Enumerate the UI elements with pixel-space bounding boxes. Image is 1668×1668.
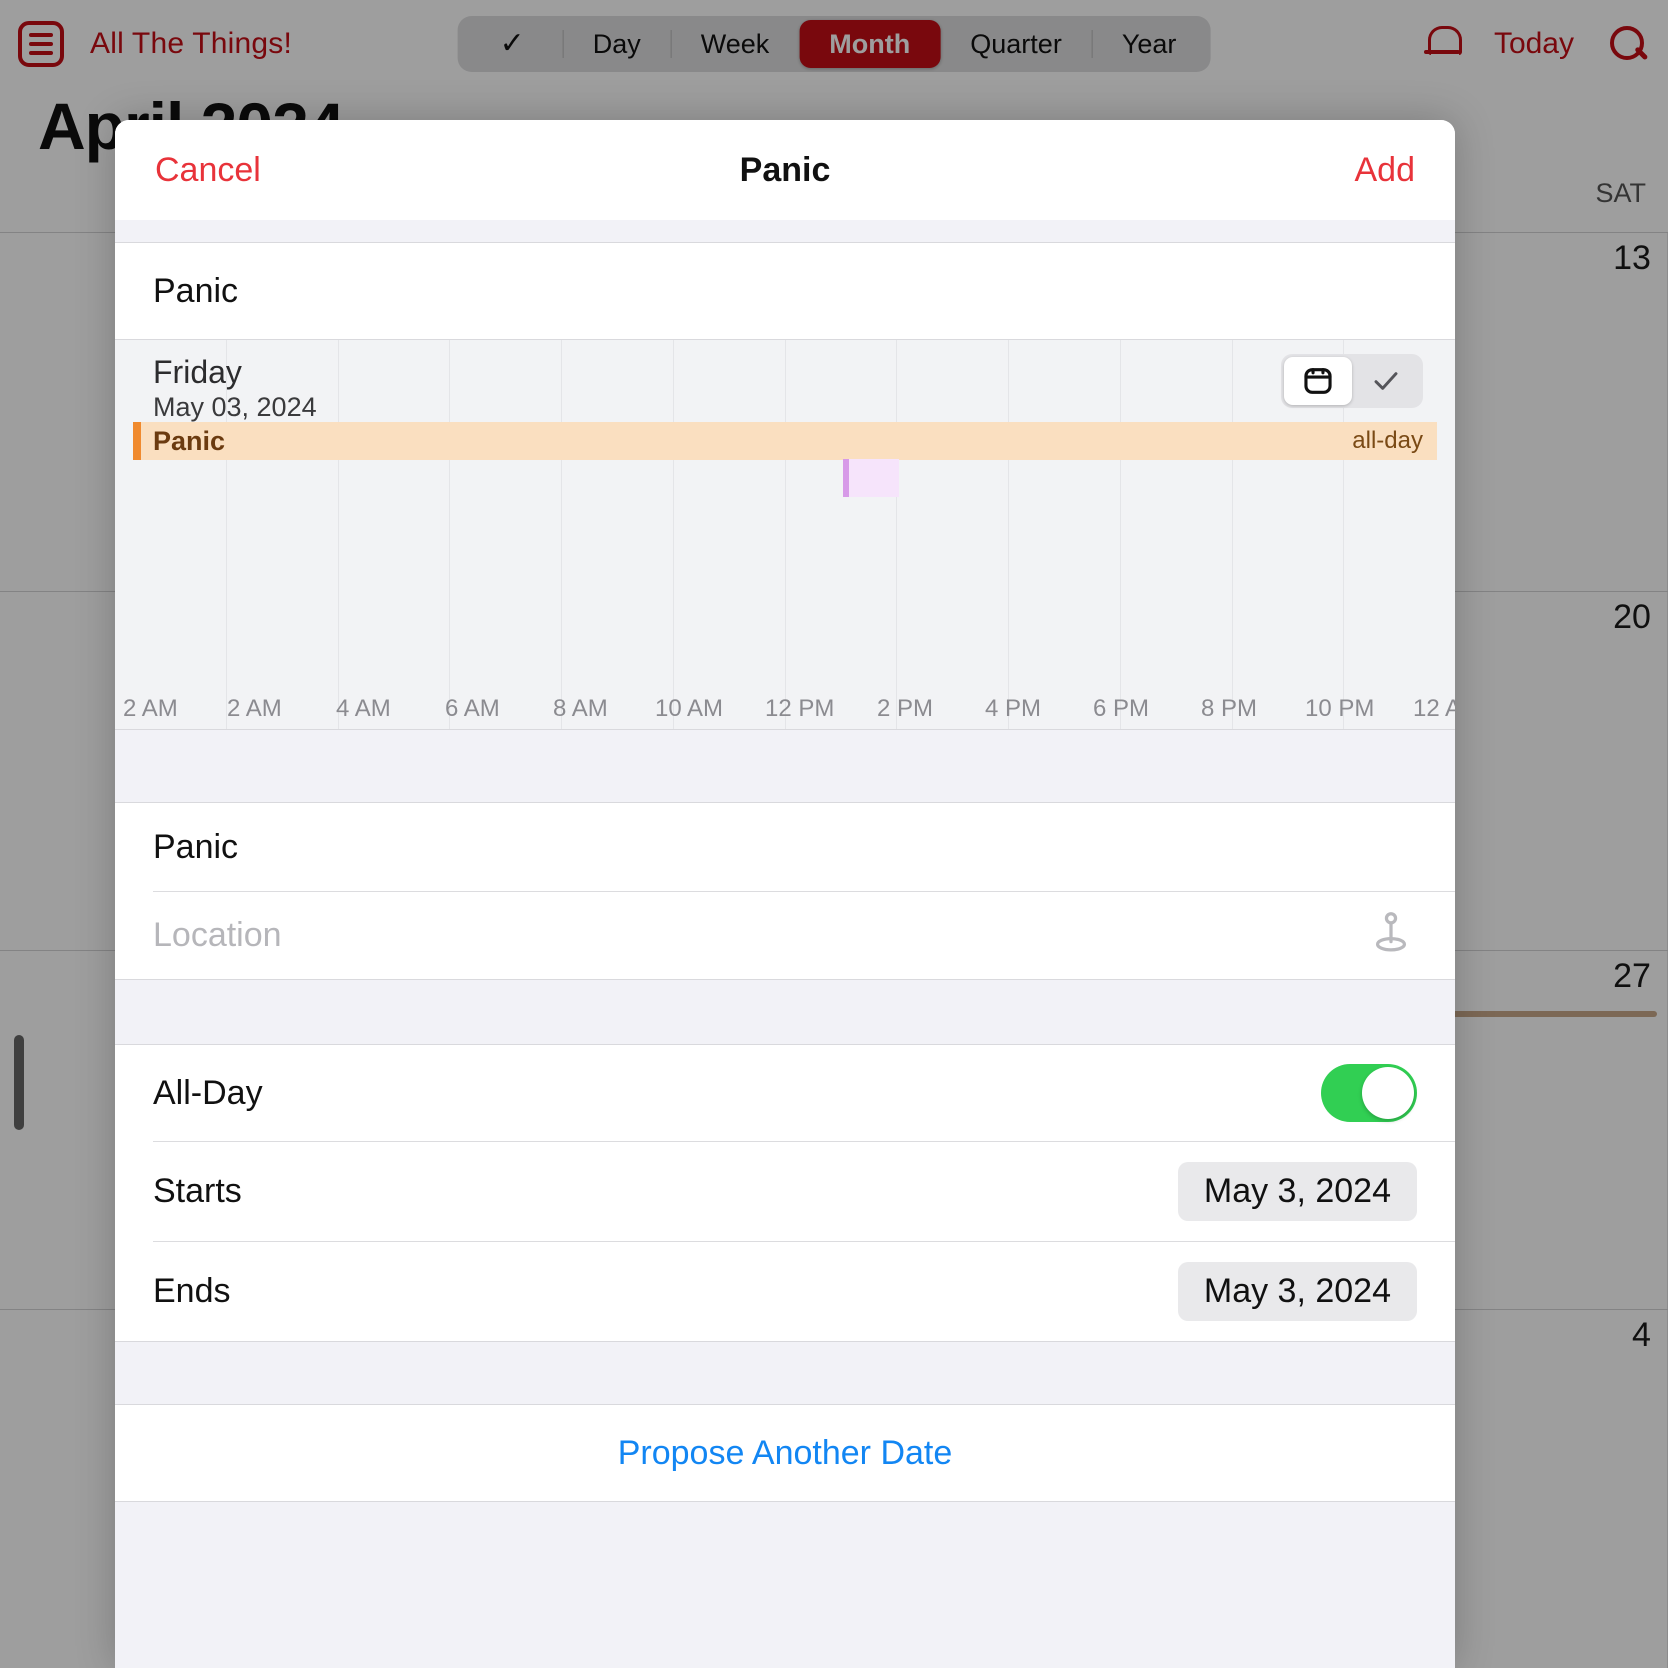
timeline-day-label: Friday May 03, 2024: [153, 354, 317, 423]
axis-tick: 10 AM: [655, 695, 724, 722]
starts-row[interactable]: Starts May 3, 2024: [115, 1141, 1455, 1241]
list-item[interactable]: [1439, 1011, 1657, 1017]
axis-tick: 2 PM: [877, 695, 934, 722]
app-title: All The Things!: [90, 27, 292, 60]
axis-tick: 6 AM: [445, 695, 500, 722]
day-cell[interactable]: 20: [1430, 592, 1668, 950]
axis-tick: 4 PM: [985, 695, 1042, 722]
day-cell[interactable]: 4: [1430, 1310, 1668, 1668]
ends-date-button[interactable]: May 3, 2024: [1177, 1261, 1417, 1321]
search-icon[interactable]: [1608, 24, 1648, 64]
view-mode-year[interactable]: Year: [1091, 20, 1207, 68]
toolbar-left-group: All The Things!: [0, 21, 292, 67]
starts-label: Starts: [153, 1171, 242, 1210]
timeline-view-toggle[interactable]: [1281, 354, 1423, 408]
section-gap: [115, 220, 1455, 242]
add-event-modal: Cancel Panic Add Panic Friday May 03, 20…: [115, 120, 1455, 1668]
view-mode-week[interactable]: Week: [670, 20, 800, 68]
top-toolbar: All The Things! ✓ Day Week Month Quarter…: [0, 0, 1668, 88]
toolbar-right-group: Today: [1423, 24, 1648, 64]
scrollbar-handle[interactable]: [14, 1035, 24, 1130]
day-number: 20: [1613, 598, 1651, 636]
section-gap: [115, 980, 1455, 1044]
section-gap: [115, 730, 1455, 802]
view-mode-segmented-control[interactable]: ✓ Day Week Month Quarter Year: [457, 16, 1211, 72]
timeline-allday-event[interactable]: Panic all-day: [133, 422, 1437, 460]
propose-another-date-row[interactable]: Propose Another Date: [115, 1405, 1455, 1501]
section-gap: [115, 1502, 1455, 1668]
axis-tick: 10 PM: [1305, 695, 1375, 722]
ends-row[interactable]: Ends May 3, 2024: [115, 1241, 1455, 1341]
section-gap: [115, 1342, 1455, 1404]
view-mode-month[interactable]: Month: [799, 20, 941, 68]
all-day-row[interactable]: All-Day: [115, 1045, 1455, 1141]
axis-tick: 12 PM: [765, 695, 835, 722]
grid-col: [1009, 340, 1121, 729]
check-icon[interactable]: [1352, 357, 1420, 405]
axis-tick: 12 AM: [1413, 695, 1455, 722]
calendar-box-icon[interactable]: [1284, 357, 1352, 405]
timeline-other-event[interactable]: [843, 459, 899, 497]
timeline-day-name: Friday: [153, 354, 242, 390]
axis-tick: 8 PM: [1201, 695, 1258, 722]
cancel-button[interactable]: Cancel: [155, 151, 261, 190]
toggle-knob: [1362, 1067, 1414, 1119]
modal-header: Cancel Panic Add: [115, 120, 1455, 220]
event-title-value: Panic: [153, 827, 239, 866]
event-allday-tag: all-day: [1352, 427, 1423, 454]
axis-tick: 8 AM: [553, 695, 608, 722]
event-location-field[interactable]: Location: [115, 891, 1455, 979]
timeline-axis: 2 AM 2 AM 4 AM 6 AM 8 AM 10 AM 12 PM 2 P…: [115, 687, 1455, 729]
event-title-field[interactable]: Panic: [115, 803, 1455, 891]
view-mode-check[interactable]: ✓: [462, 20, 563, 68]
axis-tick: 2 AM: [123, 695, 178, 722]
menu-list-icon[interactable]: [18, 21, 64, 67]
day-timeline-preview[interactable]: Friday May 03, 2024 Panic all-day 2 AM 2…: [115, 340, 1455, 730]
view-mode-day[interactable]: Day: [562, 20, 671, 68]
grid-col: [450, 340, 562, 729]
day-number: 27: [1613, 957, 1651, 995]
propose-date-block: Propose Another Date: [115, 1404, 1455, 1502]
all-day-label: All-Day: [153, 1073, 263, 1112]
axis-tick: 2 AM: [227, 695, 282, 722]
event-name-preview-block: Panic: [115, 242, 1455, 340]
grid-col: [339, 340, 451, 729]
modal-title: Panic: [739, 150, 831, 189]
propose-another-date-button: Propose Another Date: [617, 1433, 953, 1472]
today-button[interactable]: Today: [1494, 27, 1574, 61]
bell-icon[interactable]: [1423, 24, 1462, 64]
ends-label: Ends: [153, 1271, 231, 1310]
day-cell[interactable]: 13: [1430, 233, 1668, 591]
axis-tick: 6 PM: [1093, 695, 1150, 722]
timeline-day-date: May 03, 2024: [153, 391, 317, 422]
grid-col: [1121, 340, 1233, 729]
event-detail-fields-block: Panic Location: [115, 802, 1455, 980]
weekday-sat: SAT: [1595, 178, 1646, 208]
event-name-display: Panic: [153, 271, 239, 310]
event-accent-bar: [133, 422, 141, 460]
day-cell[interactable]: 27: [1430, 951, 1668, 1309]
event-location-placeholder: Location: [153, 915, 282, 954]
day-number: 13: [1613, 239, 1651, 277]
day-number: 4: [1632, 1316, 1651, 1354]
grid-col: [786, 340, 898, 729]
add-button[interactable]: Add: [1355, 151, 1416, 190]
all-day-toggle[interactable]: [1321, 1064, 1417, 1122]
starts-date-button[interactable]: May 3, 2024: [1177, 1161, 1417, 1221]
grid-col: [562, 340, 674, 729]
map-pin-icon[interactable]: [1365, 907, 1417, 964]
grid-col: [674, 340, 786, 729]
axis-tick: 4 AM: [336, 695, 391, 722]
grid-col: [897, 340, 1009, 729]
event-label: Panic: [153, 425, 226, 456]
view-mode-quarter[interactable]: Quarter: [940, 20, 1092, 68]
event-schedule-block: All-Day Starts May 3, 2024 Ends May 3, 2…: [115, 1044, 1455, 1342]
